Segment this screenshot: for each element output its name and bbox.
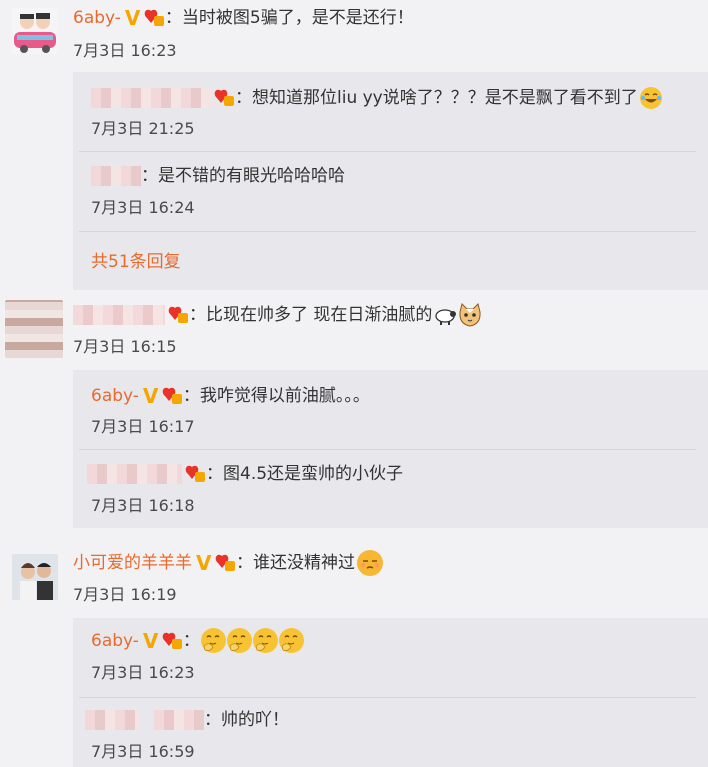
timestamp: 7月3日 16:17 [91,417,195,436]
blurred-username[interactable] [91,166,141,186]
verified-v-icon: V [142,628,159,653]
username[interactable]: 6aby- [91,384,139,408]
avatar[interactable] [12,554,58,600]
thinking-emoji-icon [200,628,226,653]
more-replies-link[interactable]: 共51条回复 [91,247,181,272]
cat-icon [457,302,483,328]
fan-badge-icon [161,631,183,651]
reply-text: ：想知道那位liu yy说啥了？？？是不是飘了看不到了 [235,88,638,108]
blurred-username[interactable] [85,710,140,730]
reply-box: 6aby- V ： 7月3日 16:23 ：帅的吖！ 7月3日 16:59 [73,618,708,767]
comment-1: 6aby- V ：当时被图5骗了，是不是还行！ 7月3日 16:23 ：想知道那… [0,0,708,290]
reply-box: ：想知道那位liu yy说啥了？？？是不是飘了看不到了 7月3日 21:25 ：… [73,72,708,290]
laugh-cry-emoji-icon [639,87,662,109]
username[interactable]: 6aby- [73,6,121,30]
verified-v-icon: V [196,551,212,575]
divider [79,231,696,232]
reply-text: ：是不错的有眼光哈哈哈哈 [141,166,345,186]
timestamp: 7月3日 16:23 [73,41,177,60]
reply-item: ：图4.5还是蛮帅的小伙子 7月3日 16:18 [73,450,708,528]
timestamp: 7月3日 16:18 [91,496,195,515]
verified-v-icon: V [124,6,141,30]
avatar[interactable] [12,8,58,54]
timestamp: 7月3日 16:19 [73,585,177,604]
timestamp: 7月3日 16:23 [91,663,195,682]
timestamp: 7月3日 21:25 [91,119,195,138]
timestamp: 7月3日 16:15 [73,337,177,356]
comment-3: 小可爱的羊羊羊 V ：谁还没精神过 7月3日 16:19 6aby- V ： 7… [0,540,708,767]
fan-badge-icon [143,8,165,28]
blurred-username[interactable] [91,88,211,108]
reply-text: ： [182,630,200,651]
username[interactable]: 小可爱的羊羊羊 [73,551,192,575]
verified-v-icon: V [142,384,159,408]
blurred-username[interactable] [73,305,165,325]
thinking-emoji-icon [252,628,278,653]
fan-badge-icon [167,305,189,325]
fan-badge-icon [213,88,235,108]
blurred-username[interactable] [87,464,182,484]
reply-text: ：我咋觉得以前油腻。。。 [182,386,370,406]
thinking-emoji-icon [278,628,304,653]
reply-item: 6aby- V ： 7月3日 16:23 [73,618,708,696]
reply-text: ：帅的吖！ [204,710,289,730]
blurred-username[interactable] [154,710,204,730]
reply-item: ：帅的吖！ 7月3日 16:59 [73,698,708,767]
comment-text: ：谁还没精神过 [236,553,355,573]
reply-item: 6aby- V ：我咋觉得以前油腻。。。 7月3日 16:17 [73,370,708,448]
username[interactable]: 6aby- [91,629,139,653]
sleepy-emoji-icon [357,550,383,576]
reply-text: ：图4.5还是蛮帅的小伙子 [206,464,404,484]
fan-badge-icon [184,464,206,484]
fan-badge-icon [214,553,236,573]
reply-item: ：想知道那位liu yy说啥了？？？是不是飘了看不到了 7月3日 21:25 [73,72,708,150]
thinking-emoji-icon [226,628,252,653]
reply-box: 6aby- V ：我咋觉得以前油腻。。。 7月3日 16:17 ：图4.5还是蛮… [73,370,708,528]
comment-text: ：比现在帅多了 现在日渐油腻的 [189,305,433,325]
fan-badge-icon [161,386,183,406]
reply-item: ：是不错的有眼光哈哈哈哈 7月3日 16:24 [73,152,708,230]
sheep-icon [434,304,457,326]
comment-text: ：当时被图5骗了，是不是还行！ [164,8,414,28]
timestamp: 7月3日 16:59 [91,742,195,761]
timestamp: 7月3日 16:24 [91,198,195,217]
avatar[interactable] [5,300,63,358]
comment-2: ：比现在帅多了 现在日渐油腻的 7月3日 16:15 6aby- V ：我咋觉得… [0,290,708,540]
